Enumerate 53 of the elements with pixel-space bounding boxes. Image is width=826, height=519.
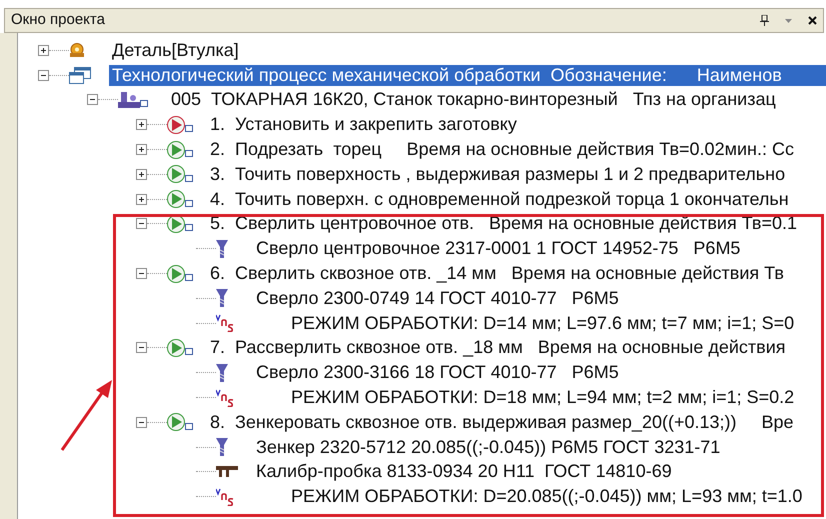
windows-icon: [69, 66, 91, 84]
expand-icon[interactable]: [38, 44, 49, 56]
cutting-mode-icon: [216, 488, 234, 506]
gear-icon: [69, 43, 85, 58]
tree-item[interactable]: РЕЖИМ ОБРАБОТКИ: D=14 мм; L=97.6 мм; t=7 мм; i=1; S=0: [288, 312, 798, 334]
node-box-icon: [185, 174, 193, 182]
expand-icon[interactable]: [136, 144, 147, 156]
tree-item[interactable]: Сверло 2300-0749 14 ГОСТ 4010-77 Р6М5: [253, 288, 622, 309]
tree-item[interactable]: Калибр-пробка 8133-0934 20 Н11 ГОСТ 14810-69: [253, 461, 675, 482]
dropdown-icon[interactable]: [785, 18, 792, 22]
drill-icon: [216, 289, 228, 308]
collapse-icon[interactable]: [136, 416, 147, 428]
machine-icon: [118, 92, 140, 108]
node-box-icon: [185, 150, 193, 158]
node-box-icon: [185, 422, 193, 430]
expand-icon[interactable]: [136, 194, 147, 205]
drill-icon: [216, 364, 228, 382]
collapse-icon[interactable]: [136, 268, 147, 280]
drill-icon: [216, 240, 228, 258]
tree-item[interactable]: 2. Подрезать торец Время на основные действия Тв=0.02мин.: Сс: [207, 139, 797, 160]
window-title: Окно проекта: [11, 10, 105, 30]
cutting-mode-icon: [216, 314, 234, 332]
tree-item[interactable]: 3. Точить поверхность , выдерживая размеры 1 и 2 предварительно: [207, 164, 788, 185]
drill-icon: [216, 438, 228, 456]
tree-item[interactable]: 8. Зенкеровать сквозное отв. выдерживая размер_20((+0.13;)) Вре: [207, 412, 797, 433]
tree-item[interactable]: Технологический процесс механической обработки Обозначение: Наименов: [109, 64, 826, 86]
gauge-icon: [216, 466, 238, 478]
node-box-icon: [185, 200, 193, 207]
tree-item[interactable]: 4. Точить поверхн. с одновременной подрезкой торца 1 окончательн: [207, 188, 792, 210]
node-box-icon: [185, 125, 193, 132]
expand-icon[interactable]: [136, 168, 147, 180]
tree-item[interactable]: Сверло 2300-3166 18 ГОСТ 4010-77 Р6М5: [253, 362, 622, 384]
node-box-icon: [185, 348, 193, 356]
node-box-icon: [140, 100, 148, 108]
tree-item[interactable]: Зенкер 2320-5712 20.085((;-0.045)) Р6М5 ГОСТ 3231-71: [253, 436, 724, 458]
collapse-icon[interactable]: [38, 70, 49, 81]
collapse-icon[interactable]: [136, 342, 147, 354]
tree-item[interactable]: 6. Сверлить сквозное отв. _14 мм Время на основные действия Тв: [207, 263, 787, 284]
tree-item[interactable]: 005 ТОКАРНАЯ 16К20, Станок токарно-винторезный Тпз на организац: [168, 89, 779, 110]
tree-item[interactable]: 1. Установить и закрепить заготовку: [207, 114, 520, 136]
tree-item[interactable]: 7. Рассверлить сквозное отв. _18 мм Время на основные действия: [207, 337, 789, 358]
tree-item[interactable]: Сверло центровочное 2317-0001 1 ГОСТ 14952-75 Р6М5: [253, 238, 744, 260]
tree-item[interactable]: РЕЖИМ ОБРАБОТКИ: D=18 мм; L=94 мм; t=2 мм; i=1; S=0.2: [288, 387, 798, 408]
tree-item[interactable]: Деталь[Втулка]: [109, 40, 242, 61]
close-icon[interactable]: [808, 16, 817, 25]
node-box-icon: [185, 274, 193, 282]
collapse-icon[interactable]: [87, 94, 98, 106]
pin-icon[interactable]: [760, 15, 769, 26]
collapse-icon[interactable]: [136, 218, 147, 230]
expand-icon[interactable]: [136, 119, 147, 130]
tree-item[interactable]: РЕЖИМ ОБРАБОТКИ: D=20.085((;-0.045)) мм; L=93 мм; t=1.0: [288, 486, 806, 508]
cutting-mode-icon: [216, 388, 234, 407]
node-box-icon: [185, 224, 193, 232]
